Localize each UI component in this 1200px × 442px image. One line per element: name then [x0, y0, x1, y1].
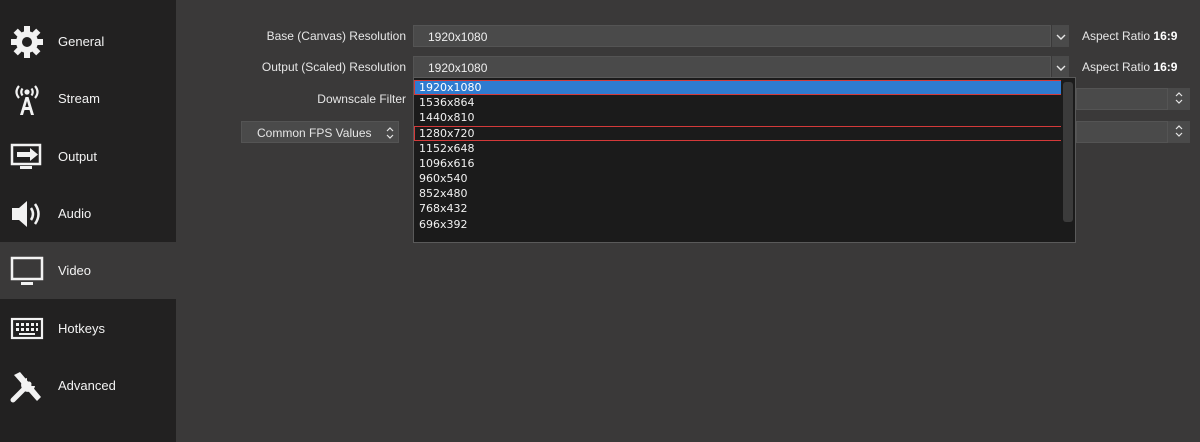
sidebar-item-hotkeys[interactable]: Hotkeys: [0, 300, 176, 357]
speaker-icon: [10, 197, 44, 231]
output-aspect-ratio: Aspect Ratio 16:9: [1082, 60, 1177, 74]
aspect-ratio-label: Aspect Ratio: [1082, 29, 1151, 43]
dropdown-option[interactable]: 1440x810: [415, 111, 1061, 124]
gear-icon: [10, 25, 44, 59]
sidebar-item-label: Output: [58, 149, 98, 164]
aspect-ratio-label: Aspect Ratio: [1082, 60, 1151, 74]
dropdown-option[interactable]: 768x432: [415, 202, 1061, 215]
dropdown-option[interactable]: 960x540: [415, 172, 1061, 185]
sidebar-item-audio[interactable]: Audio: [0, 185, 176, 242]
downscale-filter-combo[interactable]: [1076, 88, 1168, 110]
dropdown-scrollbar[interactable]: [1061, 78, 1075, 242]
up-down-arrows-icon: [1175, 124, 1183, 140]
aspect-ratio-value: 16:9: [1153, 29, 1178, 43]
base-aspect-ratio: Aspect Ratio 16:9: [1082, 29, 1177, 43]
sidebar-item-stream[interactable]: Stream: [0, 70, 176, 127]
keyboard-icon: [10, 312, 44, 346]
downscale-filter-label: Downscale Filter: [317, 92, 406, 106]
output-icon: [10, 140, 44, 174]
dropdown-option[interactable]: 1152x648: [415, 142, 1061, 155]
scrollbar-thumb[interactable]: [1063, 82, 1073, 222]
dropdown-option[interactable]: 1280x720: [414, 126, 1062, 141]
output-resolution-label: Output (Scaled) Resolution: [261, 60, 406, 74]
fps-value-combo[interactable]: [1076, 121, 1168, 143]
downscale-filter-spin-button[interactable]: [1168, 88, 1190, 110]
base-resolution-combo[interactable]: 1920x1080: [413, 25, 1051, 47]
sidebar-item-label: Video: [58, 263, 92, 278]
output-resolution-combo[interactable]: 1920x1080: [413, 56, 1051, 78]
dropdown-option[interactable]: 852x480: [415, 187, 1061, 200]
up-down-arrows-icon: [1175, 91, 1183, 107]
broadcast-icon: [10, 82, 44, 116]
sidebar-item-general[interactable]: General: [0, 13, 176, 70]
sidebar-item-video[interactable]: Video: [0, 242, 176, 299]
fps-type-selector[interactable]: Common FPS Values: [241, 121, 399, 143]
dropdown-option[interactable]: 696x392: [415, 218, 1061, 231]
dropdown-option[interactable]: 1920x1080: [414, 80, 1062, 95]
output-resolution-dropdown-button[interactable]: [1051, 56, 1069, 78]
fps-type-label: Common FPS Values: [257, 126, 372, 140]
sidebar-item-label: Audio: [58, 206, 92, 221]
sidebar-item-label: Advanced: [58, 378, 116, 393]
dropdown-option[interactable]: 1096x616: [415, 157, 1061, 170]
aspect-ratio-value: 16:9: [1153, 60, 1178, 74]
output-resolution-dropdown-list: 1920x1080 1536x864 1440x810 1280x720 115…: [413, 77, 1076, 243]
dropdown-option[interactable]: 1536x864: [415, 96, 1061, 109]
base-resolution-dropdown-button[interactable]: [1051, 25, 1069, 47]
chevron-down-icon: [1056, 29, 1066, 43]
settings-sidebar: General Stream Output Audio Video Hotkey…: [0, 0, 176, 442]
sidebar-item-advanced[interactable]: Advanced: [0, 357, 176, 414]
monitor-icon: [10, 254, 44, 288]
sidebar-item-label: General: [58, 34, 105, 49]
sidebar-item-label: Hotkeys: [58, 321, 105, 336]
tools-icon: [10, 369, 44, 403]
sidebar-item-output[interactable]: Output: [0, 128, 176, 185]
chevron-down-icon: [1056, 60, 1066, 74]
fps-value-spin-button[interactable]: [1168, 121, 1190, 143]
sidebar-item-label: Stream: [58, 91, 100, 106]
base-resolution-label: Base (Canvas) Resolution: [266, 29, 406, 43]
up-down-arrows-icon: [386, 127, 394, 142]
